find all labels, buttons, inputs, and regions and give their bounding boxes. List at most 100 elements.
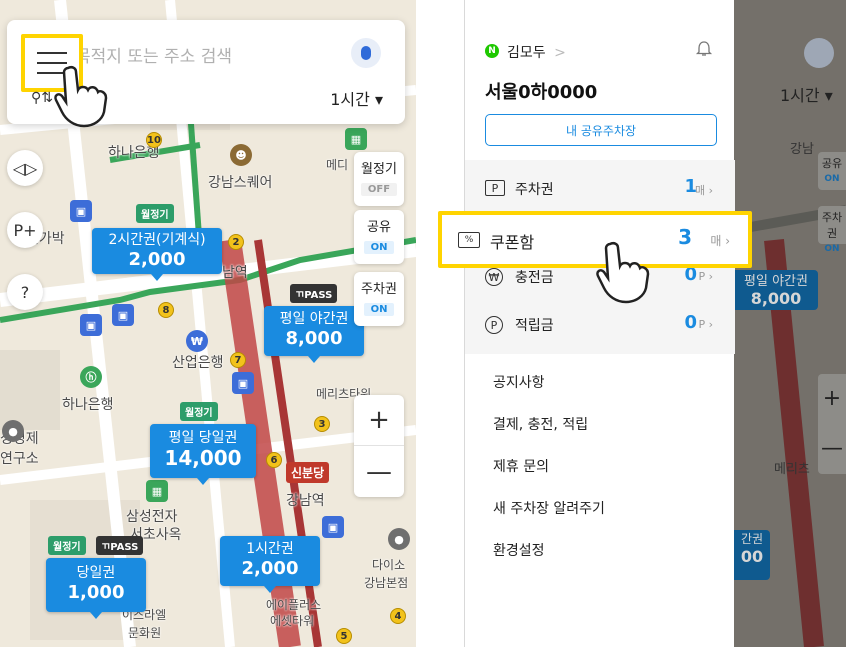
zoom-control: + — <box>354 395 404 497</box>
monthly-badge: 월정기 <box>180 402 218 421</box>
mic-button[interactable] <box>351 38 381 68</box>
toggle-state: OFF <box>360 183 398 196</box>
coupon-icon: % <box>458 232 480 248</box>
dimmed-toggle-share: 공유 ON <box>818 152 846 190</box>
car-plate: 서울0하0000 <box>485 82 598 103</box>
exit-number: 7 <box>230 352 246 368</box>
user-name[interactable]: 김모두 > <box>507 42 566 62</box>
zoom-out-button[interactable]: — <box>354 446 404 497</box>
help-button[interactable]: ? <box>7 274 43 310</box>
map-label-institute: 연구소 <box>0 451 39 467</box>
time-select[interactable]: 1시간 ▾ <box>330 86 383 110</box>
map-label-sanup-bank: 산업은행 <box>172 355 224 371</box>
zoom-in-button[interactable]: + <box>354 395 404 446</box>
dimmed-price-marker-2: 간권 00 <box>734 530 770 580</box>
wallet-unit: 매 › <box>694 184 713 197</box>
map-view[interactable]: 하나은행 강남스퀘어 메가박 남역 산업은행 하나은행 메리츠타워 성경제 연구… <box>0 0 416 647</box>
naver-icon: N <box>485 44 499 58</box>
menu-payment[interactable]: 결제, 충전, 적립 <box>493 406 605 448</box>
map-label-culture: 문화원 <box>128 626 162 640</box>
bus-stop-icon: ▣ <box>322 516 344 538</box>
bus-icon-2: ▣ <box>112 304 134 326</box>
dimmed-toggle-label: 공유 <box>821 157 843 170</box>
mic-icon <box>361 46 371 60</box>
toggle-label: 주차권 <box>361 282 397 297</box>
parking-icon: ▣ <box>70 200 92 222</box>
dimmed-price-name: 평일 야간권 <box>744 274 808 289</box>
map-label-daiso: 다이소 <box>372 558 406 572</box>
map-label-hana-bank-2: 하나은행 <box>62 397 114 413</box>
wallet-count: 3 <box>678 225 692 249</box>
price-name: 평일 당일권 <box>168 430 238 446</box>
hamburger-line <box>37 52 67 54</box>
add-parking-button[interactable]: P+ <box>7 212 43 248</box>
price-value: 2,000 <box>128 249 186 270</box>
parking-price-marker[interactable]: 평일 당일권 14,000 <box>150 424 256 485</box>
bus-stop-icon-2: ▣ <box>232 372 254 394</box>
exit-number: 8 <box>158 302 174 318</box>
speaker-button[interactable]: ◁▷ <box>7 150 43 186</box>
screen: 하나은행 강남스퀘어 메가박 남역 산업은행 하나은행 메리츠타워 성경제 연구… <box>0 0 846 647</box>
dimmed-map[interactable]: 1시간 ▾ 강남 공유 ON 주차권 ON 평일 야간권 8,000 메리츠 간… <box>734 0 846 647</box>
toggle-monthly[interactable]: 월정기 OFF <box>354 152 404 206</box>
menu-partnership[interactable]: 제휴 문의 <box>493 448 605 490</box>
price-value: 2,000 <box>241 558 299 579</box>
bell-icon[interactable] <box>695 40 713 58</box>
dimmed-time-select: 1시간 ▾ <box>780 86 833 105</box>
monthly-badge: 월정기 <box>136 204 174 223</box>
dimmed-mic-icon <box>804 38 834 68</box>
parking-price-marker[interactable]: 당일권 1,000 <box>46 558 146 619</box>
map-label-samsung: 삼성전자 <box>126 509 178 525</box>
wallet-label: 주차권 <box>515 182 554 198</box>
dimmed-price-marker: 평일 야간권 8,000 <box>734 270 818 310</box>
map-label-aplus: 에이플러스 <box>266 598 322 612</box>
dimmed-toggle-ticket: 주차권 ON <box>818 206 846 254</box>
toggle-label: 공유 <box>367 220 391 235</box>
my-share-parking-button[interactable]: 내 공유주차장 <box>485 114 717 146</box>
dimmed-zoom-out: — <box>821 436 843 461</box>
side-drawer: N 김모두 > 서울0하0000 내 공유주차장 P 주차권 1 매 › ₩ 충… <box>464 0 735 647</box>
dimmed-toggle-state: ON <box>824 174 840 184</box>
dimmed-toggle-label: 주차권 <box>821 211 843 240</box>
toggle-label: 월정기 <box>361 162 397 177</box>
wallet-count: 0 <box>684 312 697 333</box>
wallet-row-points[interactable]: P 적립금 0 P › <box>465 304 735 348</box>
hana-bank-icon: ⓗ <box>80 366 102 388</box>
menu-settings[interactable]: 환경설정 <box>493 532 605 574</box>
map-label-namyeok: 남역 <box>222 265 248 281</box>
exit-number: 2 <box>228 234 244 250</box>
sinbundang-station-badge: 신분당 <box>286 462 330 483</box>
exit-number: 3 <box>314 416 330 432</box>
profile-section: N 김모두 > 서울0하0000 내 공유주차장 <box>465 0 735 160</box>
monthly-badge: 월정기 <box>48 536 86 555</box>
price-name: 1시간권 <box>246 541 294 557</box>
dimmed-zoom: + — <box>818 374 846 474</box>
ticket-icon: P <box>485 180 505 196</box>
price-value: 14,000 <box>164 446 242 470</box>
dimmed-label: 강남 <box>790 142 814 157</box>
menu-new-parking[interactable]: 새 주차장 알려주기 <box>493 490 605 532</box>
parking-price-marker[interactable]: 1시간권 2,000 <box>220 536 320 593</box>
user-name-text: 김모두 <box>507 45 546 61</box>
bus-icon: ▣ <box>80 314 102 336</box>
exit-number: 4 <box>390 608 406 624</box>
toggle-share[interactable]: 공유 ON <box>354 210 404 264</box>
parking-price-marker[interactable]: 평일 야간권 8,000 <box>264 306 364 363</box>
price-name: 평일 야간권 <box>279 311 349 327</box>
tap-hand-icon <box>596 241 650 304</box>
parking-price-marker[interactable]: 2시간권(기계식) 2,000 <box>92 228 222 281</box>
dimmed-price-value: 8,000 <box>750 289 802 308</box>
tap-hand-icon <box>54 65 108 128</box>
menu-notice[interactable]: 공지사항 <box>493 364 605 406</box>
toggle-ticket[interactable]: 주차권 ON <box>354 272 404 326</box>
place-icon-2: ● <box>388 528 410 550</box>
price-name: 2시간권(기계식) <box>108 232 206 248</box>
price-value: 8,000 <box>285 328 343 349</box>
wallet-label: 충전금 <box>515 270 554 286</box>
bank-icon: ₩ <box>186 330 208 352</box>
wallet-label: 적립금 <box>515 318 554 334</box>
drawer-menu: 공지사항 결제, 충전, 적립 제휴 문의 새 주차장 알려주기 환경설정 <box>493 364 605 574</box>
wallet-row-ticket[interactable]: P 주차권 1 매 › <box>465 168 735 212</box>
wallet-unit: P › <box>698 318 713 331</box>
map-label-medi: 메디 <box>326 158 349 172</box>
